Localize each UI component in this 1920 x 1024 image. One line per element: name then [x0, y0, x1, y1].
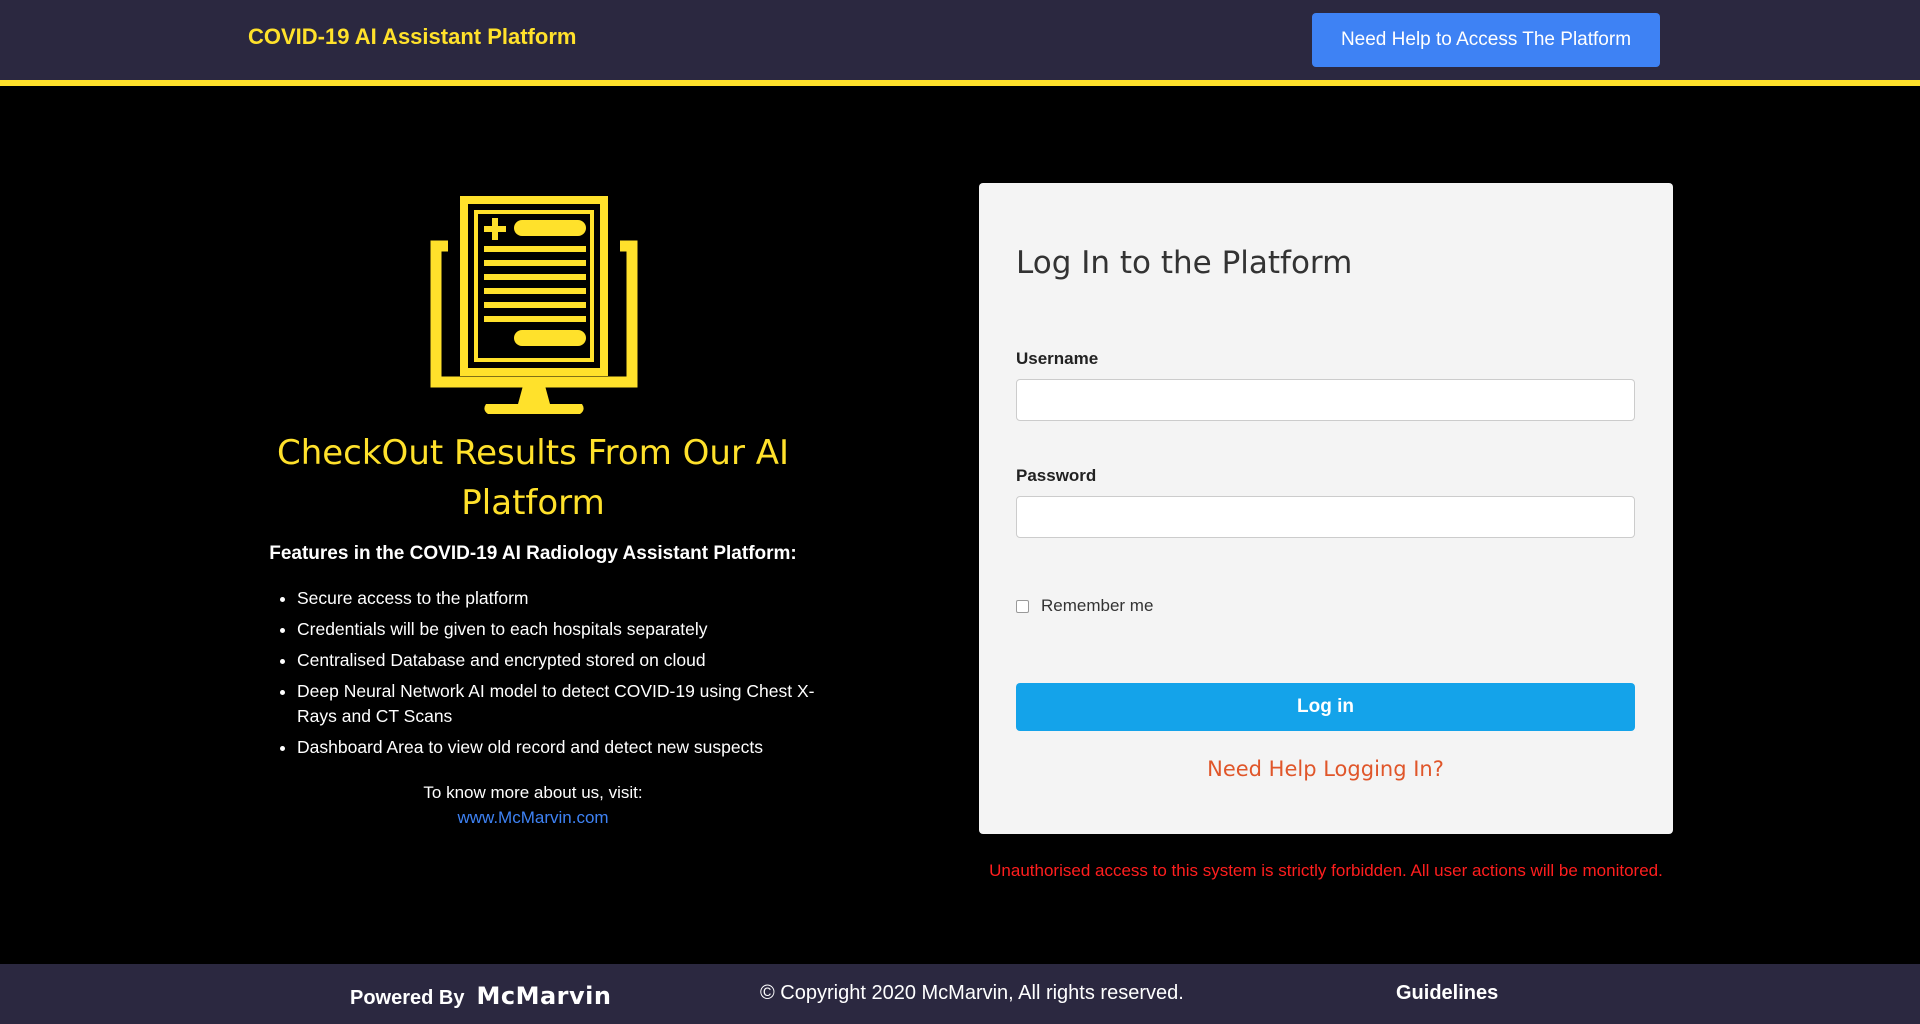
username-label: Username: [1016, 349, 1099, 368]
username-input[interactable]: [1016, 379, 1635, 421]
powered-by-label: Powered By: [350, 987, 465, 1009]
copyright-text: © Copyright 2020 McMarvin, All rights re…: [760, 982, 1184, 1004]
need-help-logging-in-link[interactable]: Need Help Logging In?: [1016, 757, 1635, 781]
remember-me-label[interactable]: Remember me: [1041, 596, 1153, 616]
feature-item: Deep Neural Network AI model to detect C…: [297, 679, 830, 729]
hero-heading: CheckOut Results From Our AI Platform: [276, 433, 790, 523]
mcmarvin-logo[interactable]: McMarvin: [476, 982, 611, 1010]
powered-by: Powered By McMarvin: [350, 982, 611, 1010]
visit-text: To know more about us, visit:: [423, 783, 643, 802]
login-submit-button[interactable]: Log in: [1016, 683, 1635, 731]
features-title: Features in the COVID-19 AI Radiology As…: [269, 543, 797, 564]
password-label: Password: [1016, 466, 1097, 485]
features-list: Secure access to the platform Credential…: [260, 586, 830, 766]
feature-item: Credentials will be given to each hospit…: [297, 617, 830, 642]
top-header: COVID-19 AI Assistant Platform Need Help…: [0, 0, 1920, 80]
guidelines-link[interactable]: Guidelines: [1396, 982, 1498, 1005]
password-input[interactable]: [1016, 496, 1635, 538]
header-accent-border: [0, 80, 1920, 86]
login-card: Log In to the Platform Username Password…: [979, 183, 1673, 834]
feature-item: Secure access to the platform: [297, 586, 830, 611]
mcmarvin-website-link[interactable]: www.McMarvin.com: [250, 808, 816, 828]
remember-me-row[interactable]: Remember me: [1016, 596, 1153, 616]
need-help-access-button[interactable]: Need Help to Access The Platform: [1312, 13, 1660, 67]
feature-item: Centralised Database and encrypted store…: [297, 648, 830, 673]
remember-me-checkbox[interactable]: [1016, 599, 1029, 613]
site-title[interactable]: COVID-19 AI Assistant Platform: [248, 24, 576, 50]
medical-report-monitor-icon: [430, 196, 638, 414]
page-footer: Powered By McMarvin © Copyright 2020 McM…: [0, 964, 1920, 1024]
feature-item: Dashboard Area to view old record and de…: [297, 735, 830, 760]
unauthorised-access-warning: Unauthorised access to this system is st…: [989, 861, 1663, 880]
login-title: Log In to the Platform: [1016, 245, 1353, 281]
